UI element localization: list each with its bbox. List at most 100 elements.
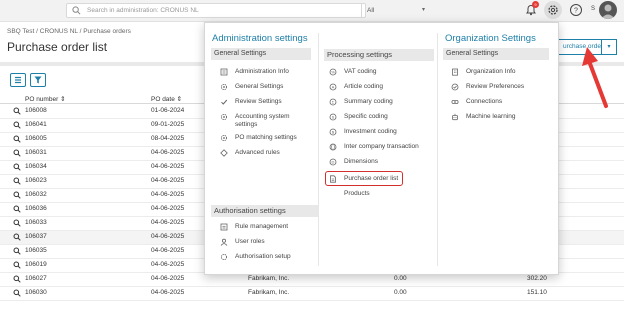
link-icon (451, 100, 459, 105)
menu-item-label: Summary coding (344, 98, 393, 105)
general-settings-header: General Settings (211, 48, 311, 60)
summary-icon: Σ (329, 98, 337, 106)
menu-item-label: Article coding (344, 83, 384, 90)
menu-item-user-roles[interactable]: User roles (218, 236, 265, 248)
search-icon[interactable] (13, 289, 21, 297)
menu-item-label: User roles (235, 238, 265, 245)
annotation-arrow (582, 47, 608, 108)
menu-item-po-matching-settings[interactable]: PO matching settings (218, 132, 297, 144)
list-icon (15, 76, 21, 84)
amount-cell: 0.00 (394, 275, 407, 282)
menu-item-inter-company-transaction[interactable]: Inter company transaction (327, 141, 419, 153)
column-header-po-date[interactable]: PO date ⇕ (151, 95, 182, 103)
po-date-cell: 04-06-2025 (151, 233, 185, 240)
search-icon[interactable] (13, 219, 21, 227)
po-date-cell: 08-04-2025 (151, 135, 185, 142)
search-icon[interactable] (13, 107, 21, 115)
gear-icon (220, 83, 228, 91)
column-header-po-number[interactable]: PO number ⇕ (25, 95, 66, 103)
building-icon (452, 68, 458, 76)
table-row[interactable]: 106030 04-06-2025 Fabrikam, Inc. 0.00 151.10 (0, 287, 624, 301)
notifications-button[interactable]: 9 (524, 1, 539, 17)
search-icon[interactable] (13, 177, 21, 185)
menu-item-specific-coding[interactable]: S Specific coding (327, 111, 388, 123)
help-icon: ? (570, 4, 582, 16)
po-date-cell: 04-06-2025 (151, 275, 185, 282)
menu-item-investment-coding[interactable]: $ Investment coding (327, 126, 397, 138)
help-button[interactable]: ? (569, 3, 583, 17)
purchase-order-list-highlight (325, 171, 403, 186)
breadcrumb[interactable]: SBQ Test / CRONUS NL / Purchase orders (7, 28, 131, 35)
po-number-cell: 106037 (25, 233, 47, 240)
menu-item-administration-info[interactable]: Administration Info (218, 66, 289, 78)
menu-item-vat-coding[interactable]: % VAT coding (327, 66, 377, 78)
investment-icon: $ (329, 128, 337, 136)
amount-cell: 0.00 (394, 289, 407, 296)
po-date-cell: 04-06-2025 (151, 219, 185, 226)
menu-item-general-settings[interactable]: General Settings (218, 81, 283, 93)
gear-icon (220, 134, 228, 142)
globe-icon (329, 143, 337, 151)
menu-item-organization-info[interactable]: Organization Info (449, 66, 516, 78)
avatar[interactable] (599, 1, 617, 19)
search-icon[interactable] (13, 275, 21, 283)
search-input[interactable]: Search in administration: CRONUS NL All … (66, 3, 425, 18)
settings-button[interactable] (544, 1, 562, 19)
svg-text:S: S (332, 115, 335, 120)
specific-icon: S (329, 113, 337, 121)
menu-item-accounting-system-settings-line2[interactable]: settings (218, 119, 257, 131)
search-icon[interactable] (13, 205, 21, 213)
po-number-cell: 106030 (25, 289, 47, 296)
menu-item-label: Dimensions (344, 158, 378, 165)
menu-item-authorisation-setup[interactable]: Authorisation setup (218, 251, 291, 263)
menu-item-advanced-rules[interactable]: Advanced rules (218, 147, 280, 159)
page-title: Purchase order list (7, 40, 108, 54)
menu-item-review-preferences[interactable]: Review Preferences (449, 81, 524, 93)
svg-text:$: $ (332, 130, 335, 135)
menu-item-rule-management[interactable]: Rule management (218, 221, 288, 233)
svg-text:A: A (332, 85, 335, 90)
svg-text:%: % (331, 70, 335, 75)
po-number-cell: 106036 (25, 205, 47, 212)
po-number-cell: 106032 (25, 191, 47, 198)
list-icon (220, 223, 228, 231)
menu-item-machine-learning[interactable]: Machine learning (449, 111, 516, 123)
menu-item-label: Advanced rules (235, 149, 280, 156)
search-icon[interactable] (13, 149, 21, 157)
menu-item-connections[interactable]: Connections (449, 96, 502, 108)
search-icon[interactable] (13, 135, 21, 143)
menu-item-summary-coding[interactable]: Σ Summary coding (327, 96, 393, 108)
menu-item-label: General Settings (235, 83, 284, 90)
table-row[interactable]: 106027 04-06-2025 Fabrikam, Inc. 0.00 302.20 (0, 273, 624, 287)
user-initial: S (591, 6, 596, 12)
vendor-cell: Fabrikam, Inc. (248, 289, 290, 296)
checkmark-icon (221, 99, 228, 105)
po-number-cell: 106019 (25, 261, 47, 268)
chevron-down-icon: ▾ (421, 7, 425, 13)
menu-item-products[interactable]: Products (327, 188, 370, 200)
po-date-cell: 09-01-2025 (151, 121, 185, 128)
column-chooser-button[interactable] (10, 73, 26, 87)
po-number-cell: 106035 (25, 247, 47, 254)
po-number-cell: 106027 (25, 275, 47, 282)
po-date-cell: 04-06-2025 (151, 177, 185, 184)
menu-item-article-coding[interactable]: A Article coding (327, 81, 383, 93)
column-separator (437, 33, 438, 266)
search-icon[interactable] (13, 233, 21, 241)
po-number-cell: 106034 (25, 163, 47, 170)
top-bar: Search in administration: CRONUS NL All … (0, 0, 624, 22)
organization-settings-title: Organization Settings (445, 33, 536, 44)
search-icon[interactable] (13, 121, 21, 129)
search-icon[interactable] (13, 261, 21, 269)
search-icon[interactable] (13, 191, 21, 199)
menu-item-review-settings[interactable]: Review Settings (218, 96, 282, 108)
po-number-cell: 106031 (25, 149, 47, 156)
po-date-cell: 01-06-2024 (151, 107, 185, 114)
search-scope-select[interactable]: All ▾ (361, 4, 431, 17)
authorisation-settings-header: Authorisation settings (211, 205, 319, 217)
filter-button[interactable] (30, 73, 46, 87)
svg-text:?: ? (574, 8, 578, 15)
search-icon[interactable] (13, 163, 21, 171)
search-icon[interactable] (13, 247, 21, 255)
menu-item-dimensions[interactable]: D Dimensions (327, 156, 378, 168)
